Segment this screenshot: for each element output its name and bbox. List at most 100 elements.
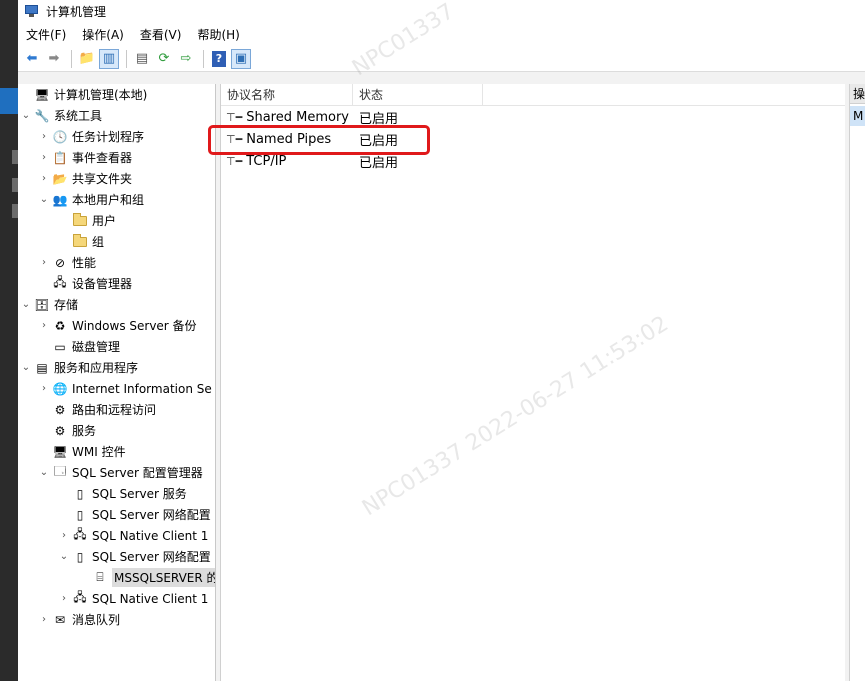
tree-item[interactable]: 🖧 设备管理器: [38, 273, 132, 294]
tree-item[interactable]: 🖥 计算机管理(本地): [20, 84, 147, 105]
toolbar-separator: [71, 49, 72, 68]
chevron-right-icon[interactable]: ›: [38, 614, 50, 625]
disk-icon: ▭: [54, 339, 66, 354]
action-pane[interactable]: 操 M: [849, 84, 865, 681]
chevron-right-icon[interactable]: ›: [38, 383, 50, 394]
tree-item-label: SQL Native Client 1: [92, 591, 209, 606]
toolbar-separator: [203, 49, 204, 68]
computer-management-icon: 🖥: [34, 87, 50, 102]
refresh-button[interactable]: ⟳: [154, 49, 174, 69]
up-folder-icon: 📁: [78, 51, 96, 66]
tree-item[interactable]: 组: [58, 231, 104, 252]
menu-file[interactable]: 文件(F): [26, 26, 66, 43]
chevron-down-icon[interactable]: ⌄: [20, 299, 32, 310]
action-pane-item[interactable]: M: [850, 106, 865, 126]
chevron-right-icon[interactable]: ›: [38, 320, 50, 331]
tree-item[interactable]: › 📋 事件查看器: [38, 147, 132, 168]
list-header: 协议名称 状态: [221, 83, 845, 106]
tree-item[interactable]: ⌄ 👥 本地用户和组: [38, 189, 144, 210]
chevron-right-icon[interactable]: ›: [58, 593, 70, 604]
tree-item[interactable]: ⚙ 路由和远程访问: [38, 399, 156, 420]
console-tree[interactable]: 🖥 计算机管理(本地) ⌄ 🔧 系统工具 › 🕓 任务计划程序 › 📋 事件查看器 › 📂 共享文件夹 ⌄ 👥…: [18, 84, 216, 681]
native-client-icon: 🖧: [73, 527, 87, 541]
up-level-button[interactable]: 📁: [77, 49, 97, 69]
tree-item[interactable]: ⌄ ▤ 服务和应用程序: [20, 357, 138, 378]
menu-view[interactable]: 查看(V): [140, 26, 182, 43]
wmi-icon: 🖥: [52, 444, 68, 459]
services-apps-icon: ▤: [36, 360, 48, 375]
back-button[interactable]: ⬅: [22, 49, 42, 69]
tree-item[interactable]: ⌄ 🗔 SQL Server 配置管理器: [38, 462, 203, 483]
tree-item[interactable]: 🖥 WMI 控件: [38, 441, 125, 462]
tree-item[interactable]: ⚙ 服务: [38, 420, 96, 441]
chevron-right-icon[interactable]: ›: [38, 173, 50, 184]
tree-item-label: Internet Information Se: [72, 381, 212, 396]
title-bar[interactable]: 计算机管理: [18, 0, 865, 22]
menu-help[interactable]: 帮助(H): [197, 26, 239, 43]
chevron-down-icon[interactable]: ⌄: [38, 194, 50, 205]
forward-button[interactable]: ➡: [44, 49, 64, 69]
tree-item[interactable]: › 🌐 Internet Information Se: [38, 378, 212, 399]
export-icon: ⇨: [180, 51, 192, 66]
toolbar-separator: [126, 49, 127, 68]
arrow-left-icon: ⬅: [26, 51, 38, 66]
protocol-name: TCP/IP: [246, 153, 287, 169]
tree-item[interactable]: › 📂 共享文件夹: [38, 168, 132, 189]
desktop-taskbar-accent: [0, 88, 18, 114]
tree-item[interactable]: › 🖧 SQL Native Client 1: [58, 525, 208, 546]
tree-item-label: 本地用户和组: [72, 193, 145, 207]
show-action-pane-button[interactable]: ▣: [231, 48, 251, 69]
chevron-down-icon[interactable]: ⌄: [20, 362, 32, 373]
tree-item-label: SQL Native Client 1: [92, 528, 209, 543]
tree-item[interactable]: ⌄ 🔧 系统工具: [20, 105, 102, 126]
tree-item-label: 性能: [72, 256, 97, 270]
chevron-down-icon[interactable]: ⌄: [20, 110, 32, 121]
tree-item[interactable]: › 🖧 SQL Native Client 1: [58, 588, 208, 609]
users-icon: 👥: [52, 192, 68, 207]
chevron-right-icon[interactable]: ›: [38, 257, 50, 268]
tools-icon: 🔧: [34, 108, 50, 123]
tree-item[interactable]: 用户: [58, 210, 116, 231]
tree-item-label: 共享文件夹: [72, 172, 133, 186]
help-icon: ?: [212, 50, 226, 67]
services-icon: ⚙: [54, 423, 66, 438]
protocol-list[interactable]: 协议名称 状态 ⊤━ Shared Memory 已启用 ⊤━ Named Pipe…: [220, 83, 845, 681]
tree-item[interactable]: ⌄ ▯ SQL Server 网络配置: [58, 546, 211, 567]
storage-icon: 🗄: [34, 297, 50, 312]
show-hide-tree-button[interactable]: ▥: [99, 48, 119, 69]
tree-item-label: SQL Server 配置管理器: [72, 466, 203, 480]
menu-bar: 文件(F) 操作(A) 查看(V) 帮助(H): [18, 22, 865, 46]
sql-services-icon: ▯: [76, 486, 84, 501]
chevron-down-icon[interactable]: ⌄: [38, 467, 50, 478]
protocol-pipe-icon: ⊤━: [226, 110, 243, 124]
menu-action[interactable]: 操作(A): [82, 26, 124, 43]
chevron-right-icon[interactable]: ›: [38, 152, 50, 163]
chevron-right-icon[interactable]: ›: [38, 131, 50, 142]
chevron-down-icon[interactable]: ⌄: [58, 551, 70, 562]
tree-item[interactable]: ⌸ MSSQLSERVER 的: [78, 567, 215, 588]
sql-network-icon: ▯: [76, 549, 84, 564]
tree-item-label: 任务计划程序: [72, 130, 145, 144]
properties-button[interactable]: ▤: [132, 49, 152, 69]
shared-folder-icon: 📂: [52, 171, 68, 186]
column-header-protocol-name[interactable]: 协议名称: [221, 83, 353, 106]
computer-management-icon: [24, 4, 40, 18]
tree-item[interactable]: ▯ SQL Server 服务: [58, 483, 187, 504]
properties-icon: ▤: [135, 51, 149, 66]
tree-item[interactable]: › ♻ Windows Server 备份: [38, 315, 197, 336]
chevron-right-icon[interactable]: ›: [58, 530, 70, 541]
tree-item-label: 组: [92, 235, 105, 249]
tree-item-label: 系统工具: [54, 109, 103, 123]
tree-item[interactable]: › 🕓 任务计划程序: [38, 126, 144, 147]
tree-item[interactable]: ⌄ 🗄 存储: [20, 294, 78, 315]
tree-item-label: 设备管理器: [72, 277, 133, 291]
column-header-status[interactable]: 状态: [353, 83, 483, 106]
tree-item[interactable]: ▯ SQL Server 网络配置: [58, 504, 211, 525]
export-list-button[interactable]: ⇨: [176, 49, 196, 69]
tree-item-label: 路由和远程访问: [72, 403, 157, 417]
tree-item[interactable]: › ⊘ 性能: [38, 252, 96, 273]
tree-item[interactable]: › ✉ 消息队列: [38, 609, 120, 630]
tree-item[interactable]: ▭ 磁盘管理: [38, 336, 120, 357]
sql-config-icon: 🗔: [53, 464, 67, 478]
help-button[interactable]: ?: [209, 49, 229, 69]
